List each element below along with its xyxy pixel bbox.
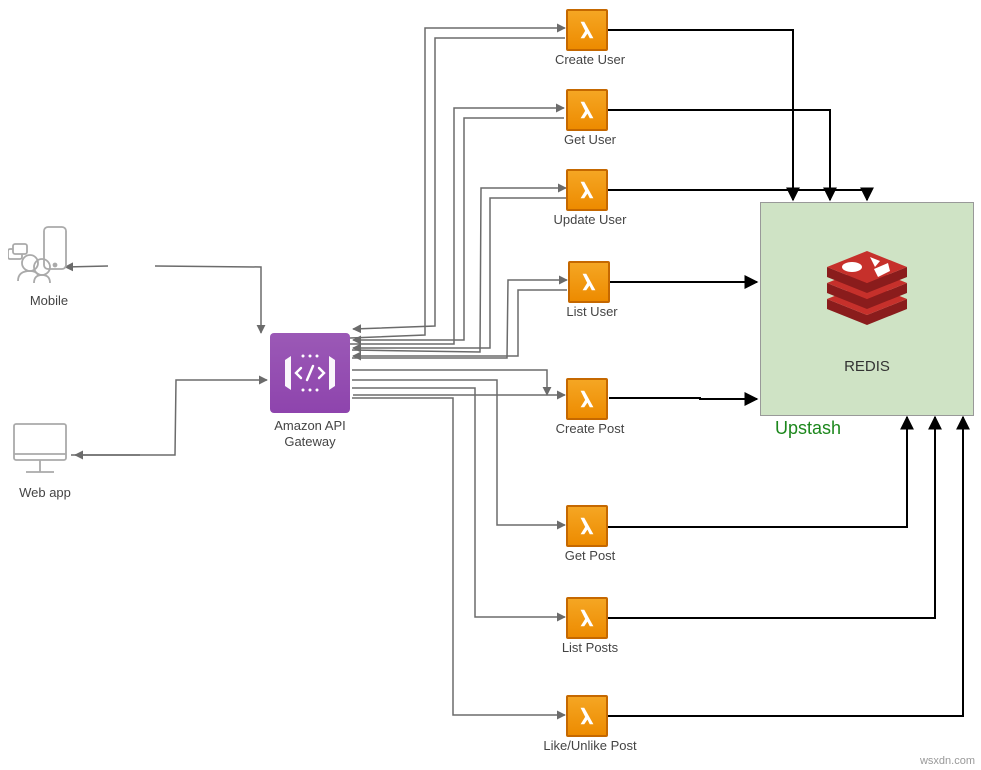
lambda-get-user-label: Get User	[550, 132, 630, 147]
lambda-create-user	[566, 9, 608, 51]
api-gateway-icon	[270, 333, 350, 413]
mobile-client-icon	[8, 225, 80, 288]
lambda-create-user-label: Create User	[550, 52, 630, 67]
lambda-like-unlike-post	[566, 695, 608, 737]
web-app-label: Web app	[15, 485, 75, 500]
lambda-update-user-label: Update User	[548, 212, 632, 227]
watermark: wsxdn.com	[920, 755, 975, 767]
lambda-list-user	[568, 261, 610, 303]
lambda-get-post	[566, 505, 608, 547]
redis-box: REDIS	[760, 202, 974, 416]
lambda-like-unlike-post-label: Like/Unlike Post	[537, 738, 643, 753]
api-gateway-label-2: Gateway	[270, 434, 350, 449]
lambda-list-posts	[566, 597, 608, 639]
lambda-get-post-label: Get Post	[550, 548, 630, 563]
lambda-create-post	[566, 378, 608, 420]
mobile-label: Mobile	[24, 293, 74, 308]
lambda-create-post-label: Create Post	[550, 421, 630, 436]
redis-inner-label: REDIS	[761, 358, 973, 375]
api-gateway-label-1: Amazon API	[270, 418, 350, 433]
lambda-get-user	[566, 89, 608, 131]
lambda-update-user	[566, 169, 608, 211]
web-app-icon	[10, 420, 70, 483]
lambda-list-posts-label: List Posts	[550, 640, 630, 655]
redis-icon	[812, 233, 922, 336]
lambda-list-user-label: List User	[552, 304, 632, 319]
upstash-label: Upstash	[775, 418, 875, 439]
